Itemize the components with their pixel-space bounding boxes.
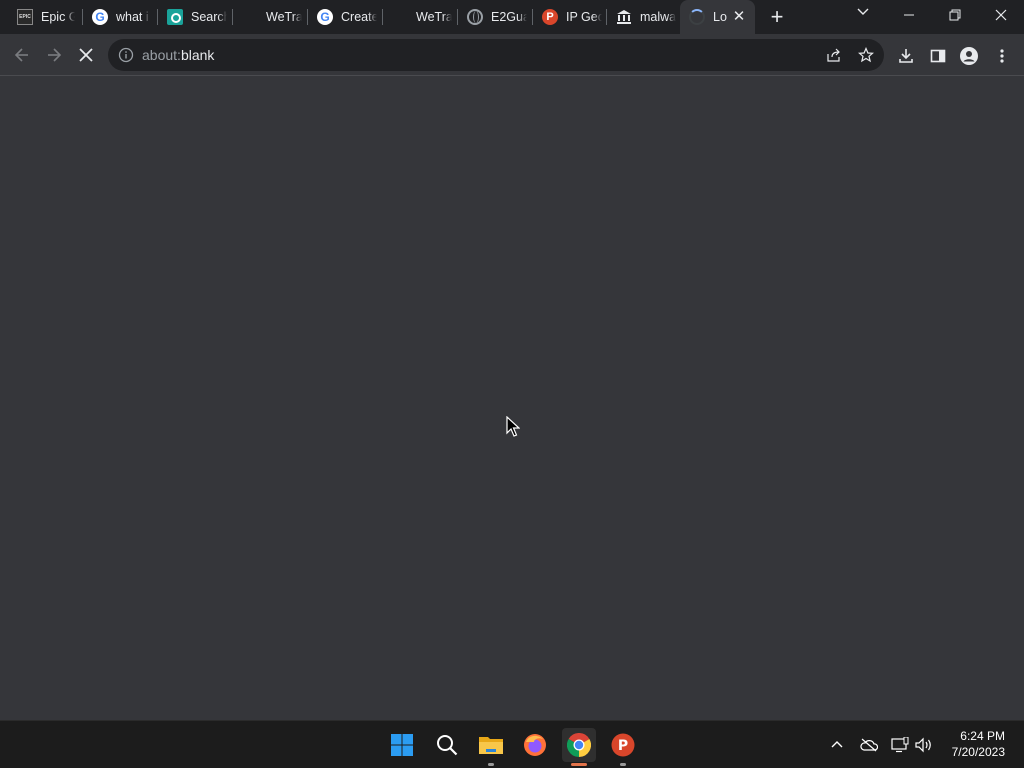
url-scheme: about: — [142, 47, 181, 63]
tab-title: Create — [341, 10, 377, 24]
share-icon[interactable] — [826, 47, 842, 63]
tab-title: Search — [191, 10, 227, 24]
search-icon[interactable] — [430, 728, 464, 762]
tab-title: WeTra — [416, 10, 452, 24]
minimize-button[interactable] — [886, 0, 932, 30]
tab-e2guardian[interactable]: E2Gua — [458, 4, 533, 30]
loading-spinner-icon — [689, 9, 705, 25]
address-bar[interactable]: about:blank — [108, 39, 884, 71]
more-menu-icon[interactable] — [993, 47, 1011, 65]
tab-ip-geo[interactable]: IP Geo — [533, 4, 607, 30]
chrome-icon[interactable] — [562, 728, 596, 766]
tab-strip: EPIC Epic G what i Search WeTra Create W… — [0, 0, 1024, 34]
tab-title: E2Gua — [491, 10, 527, 24]
firefox-icon[interactable] — [518, 728, 552, 762]
download-icon[interactable] — [897, 47, 915, 65]
side-panel-icon[interactable] — [929, 47, 947, 65]
url-path: blank — [180, 47, 215, 63]
url-text[interactable]: about:blank — [142, 47, 214, 63]
tab-title: what i — [116, 10, 149, 24]
page-content-blank[interactable] — [0, 76, 1024, 720]
browser-toolbar: about:blank — [0, 34, 1024, 76]
search-site-icon — [167, 9, 183, 25]
profile-avatar-icon[interactable] — [960, 47, 978, 65]
tab-title: WeTra — [266, 10, 302, 24]
tab-title: Epic G — [41, 10, 75, 24]
bookmark-star-icon[interactable] — [857, 46, 875, 63]
windows-taskbar: P 6:24 PM 7/20/2023 — [0, 720, 1024, 768]
network-icon[interactable] — [890, 735, 910, 755]
wetransfer-icon — [242, 9, 258, 25]
clock-date: 7/20/2023 — [951, 745, 1005, 759]
back-button[interactable] — [8, 41, 36, 69]
close-tab-icon[interactable]: ✕ — [731, 9, 747, 25]
file-explorer-icon[interactable] — [474, 728, 508, 766]
epic-games-icon: EPIC — [17, 9, 33, 25]
new-tab-button[interactable]: + — [764, 5, 790, 29]
globe-icon — [467, 9, 483, 25]
system-clock[interactable]: 6:24 PM 7/20/2023 — [952, 728, 1005, 760]
windows-start-icon[interactable] — [385, 728, 419, 762]
restore-button[interactable] — [932, 0, 978, 30]
tab-title: IP Geo — [566, 10, 602, 24]
onedrive-offline-icon[interactable] — [859, 735, 879, 755]
museum-icon — [616, 9, 632, 25]
google-icon — [92, 9, 108, 25]
running-indicator — [620, 763, 626, 766]
volume-icon[interactable] — [914, 735, 934, 755]
psiphon-icon[interactable]: P — [606, 728, 640, 766]
tab-search-chevron-icon[interactable] — [851, 5, 875, 25]
google-icon — [317, 9, 333, 25]
tab-wetransfer-2[interactable]: WeTra — [383, 4, 458, 30]
tab-wetransfer-1[interactable]: WeTra — [233, 4, 308, 30]
close-window-button[interactable] — [978, 0, 1024, 30]
wetransfer-icon — [392, 9, 408, 25]
running-indicator — [488, 763, 494, 766]
info-icon[interactable] — [118, 47, 134, 63]
tab-google-create[interactable]: Create — [308, 4, 383, 30]
forward-button[interactable] — [40, 41, 68, 69]
active-app-indicator — [571, 763, 587, 766]
tab-search[interactable]: Search — [158, 4, 233, 30]
mouse-cursor-icon — [506, 416, 520, 437]
stop-loading-button[interactable] — [72, 41, 100, 69]
psiphon-icon — [542, 9, 558, 25]
svg-text:P: P — [618, 738, 628, 754]
tab-google-search[interactable]: what i — [83, 4, 158, 30]
tab-loading-active[interactable]: Lo ✕ — [680, 0, 755, 34]
tab-malware[interactable]: malwa — [607, 4, 680, 30]
tab-epic-games[interactable]: EPIC Epic G — [8, 4, 83, 30]
clock-time: 6:24 PM — [960, 729, 1005, 743]
tab-title: Lo — [713, 10, 727, 24]
show-hidden-icons-chevron-icon[interactable] — [827, 735, 847, 755]
tab-title: malwa — [640, 10, 676, 24]
